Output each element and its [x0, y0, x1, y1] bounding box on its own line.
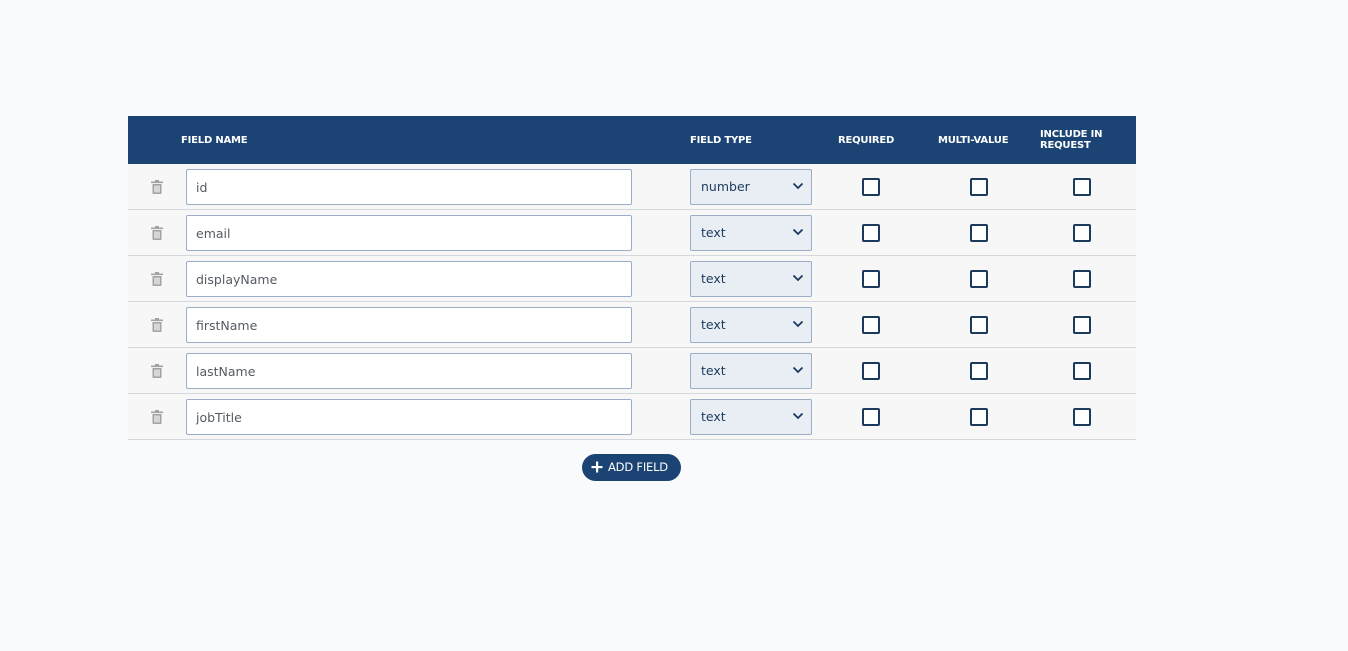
table-row: text [128, 256, 1136, 302]
multi-value-checkbox[interactable] [970, 316, 988, 334]
required-checkbox[interactable] [862, 316, 880, 334]
multi-value-checkbox[interactable] [970, 224, 988, 242]
field-type-value: text [701, 363, 726, 378]
table-header: FIELD NAME FIELD TYPE REQUIRED MULTI-VAL… [128, 116, 1136, 164]
field-type-value: text [701, 271, 726, 286]
add-field-button[interactable]: ADD FIELD [582, 454, 681, 481]
field-name-input[interactable] [186, 215, 632, 251]
field-type-value: text [701, 225, 726, 240]
chevron-down-icon [792, 412, 804, 420]
field-name-input[interactable] [186, 307, 632, 343]
table-row: text [128, 302, 1136, 348]
chevron-down-icon [792, 274, 804, 282]
required-checkbox[interactable] [862, 362, 880, 380]
required-checkbox[interactable] [862, 270, 880, 288]
header-include-in-request: INCLUDE IN REQUEST [1040, 129, 1103, 151]
field-type-select[interactable]: text [690, 215, 812, 251]
field-type-value: text [701, 317, 726, 332]
field-name-input[interactable] [186, 261, 632, 297]
plus-icon [591, 461, 603, 473]
include-in-request-checkbox[interactable] [1073, 316, 1091, 334]
trash-icon[interactable] [150, 364, 164, 378]
field-type-select[interactable]: text [690, 261, 812, 297]
multi-value-checkbox[interactable] [970, 362, 988, 380]
header-required: REQUIRED [838, 135, 895, 146]
trash-icon[interactable] [150, 180, 164, 194]
include-in-request-checkbox[interactable] [1073, 408, 1091, 426]
field-name-input[interactable] [186, 353, 632, 389]
chevron-down-icon [792, 320, 804, 328]
field-type-select[interactable]: number [690, 169, 812, 205]
field-type-select[interactable]: text [690, 353, 812, 389]
chevron-down-icon [792, 228, 804, 236]
field-type-value: number [701, 179, 750, 194]
field-name-input[interactable] [186, 169, 632, 205]
table-row: text [128, 210, 1136, 256]
table-row: text [128, 394, 1136, 440]
include-in-request-checkbox[interactable] [1073, 178, 1091, 196]
table-row: text [128, 348, 1136, 394]
trash-icon[interactable] [150, 226, 164, 240]
required-checkbox[interactable] [862, 224, 880, 242]
field-type-select[interactable]: text [690, 399, 812, 435]
table-row: number [128, 164, 1136, 210]
add-field-label: ADD FIELD [608, 460, 668, 474]
include-in-request-checkbox[interactable] [1073, 270, 1091, 288]
multi-value-checkbox[interactable] [970, 270, 988, 288]
multi-value-checkbox[interactable] [970, 408, 988, 426]
header-multi-value: MULTI-VALUE [938, 135, 1009, 146]
trash-icon[interactable] [150, 318, 164, 332]
chevron-down-icon [792, 366, 804, 374]
trash-icon[interactable] [150, 272, 164, 286]
required-checkbox[interactable] [862, 178, 880, 196]
trash-icon[interactable] [150, 410, 164, 424]
include-in-request-checkbox[interactable] [1073, 362, 1091, 380]
fields-table: FIELD NAME FIELD TYPE REQUIRED MULTI-VAL… [128, 116, 1136, 440]
header-field-name: FIELD NAME [181, 135, 248, 146]
table-body: number text [128, 164, 1136, 440]
include-in-request-checkbox[interactable] [1073, 224, 1091, 242]
field-name-input[interactable] [186, 399, 632, 435]
header-field-type: FIELD TYPE [690, 135, 752, 146]
field-type-value: text [701, 409, 726, 424]
field-type-select[interactable]: text [690, 307, 812, 343]
required-checkbox[interactable] [862, 408, 880, 426]
multi-value-checkbox[interactable] [970, 178, 988, 196]
chevron-down-icon [792, 182, 804, 190]
